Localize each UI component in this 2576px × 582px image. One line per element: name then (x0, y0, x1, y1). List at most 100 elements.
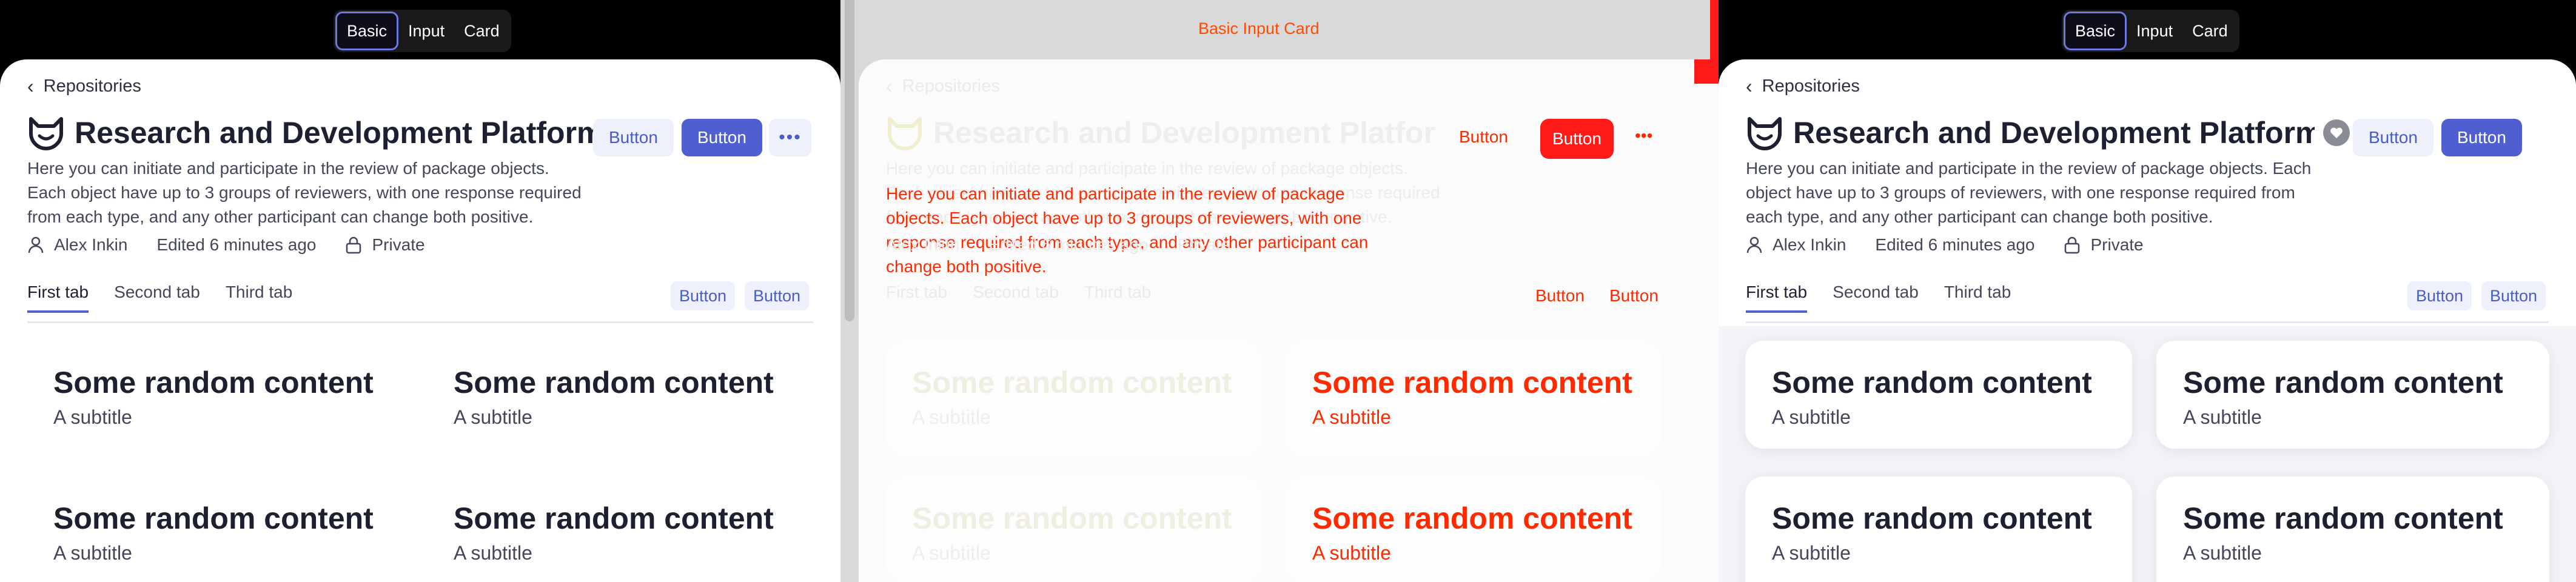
diff-button-primary[interactable]: Button (1540, 119, 1614, 159)
visibility-label: Private (1177, 235, 1230, 254)
segment-input[interactable]: Input (2127, 12, 2182, 50)
segment-card[interactable]: Card (454, 12, 509, 50)
card[interactable]: Some random content A subtitle (2156, 477, 2549, 582)
chevron-left-icon: ‹ (27, 75, 34, 97)
card-subtitle: A subtitle (1312, 542, 1391, 564)
tab-divider (1746, 321, 2549, 323)
breadcrumb[interactable]: ‹ Repositories (886, 75, 1000, 98)
chevron-left-icon: ‹ (1746, 75, 1753, 97)
card-title: Some random content (454, 501, 774, 535)
segmented-control-diff[interactable]: Basic Input Card (1198, 19, 1320, 38)
card-subtitle: A subtitle (912, 406, 991, 428)
breadcrumb-label: Repositories (43, 76, 141, 96)
author-name[interactable]: Alex Inkin (54, 235, 127, 255)
segment-basic[interactable]: Basic (2064, 12, 2127, 50)
card-subtitle: A subtitle (1312, 406, 1391, 428)
card-subtitle: A subtitle (1772, 542, 1851, 564)
tab-second[interactable]: Second tab (114, 283, 200, 313)
meta-row: Alex Inkin Edited 6 minutes ago Private (886, 235, 1230, 255)
more-icon[interactable]: ••• (1635, 126, 1652, 146)
tab-bar: First tab Second tab Third tab (886, 283, 1151, 310)
card[interactable]: Some random content A subtitle (427, 341, 803, 456)
card-title: Some random content (2183, 366, 2503, 400)
header-button-primary[interactable]: Button (2441, 119, 2522, 156)
card[interactable]: Some random content A subtitle (27, 477, 403, 582)
tab-action-button-1[interactable]: Button (671, 281, 736, 310)
diff-tab-action-2[interactable]: Button (1609, 286, 1659, 306)
more-icon[interactable]: ••• (769, 119, 811, 156)
pane-separator[interactable] (840, 0, 859, 582)
card-subtitle: A subtitle (454, 542, 532, 564)
breadcrumb[interactable]: ‹ Repositories (27, 75, 141, 98)
segment-input[interactable]: Input (398, 12, 454, 50)
card-title: Some random content (1772, 501, 2092, 535)
title-row: Research and Development Platform (1746, 115, 2350, 150)
segmented-control[interactable]: Basic Input Card (2062, 10, 2239, 52)
tab-third[interactable]: Third tab (1944, 283, 2011, 313)
card-subtitle: A subtitle (454, 406, 532, 428)
header-button-light[interactable]: Button (593, 119, 674, 156)
author-name[interactable]: Alex Inkin (886, 235, 959, 255)
card-subtitle: A subtitle (912, 542, 991, 564)
lock-icon (346, 236, 361, 254)
card[interactable]: Some random content A subtitle (427, 477, 803, 582)
tab-third[interactable]: Third tab (1084, 283, 1152, 310)
tab-bar: First tab Second tab Third tab (1746, 283, 2011, 313)
user-icon (1746, 236, 1762, 253)
visibility-label: Private (372, 235, 425, 254)
visibility-label: Private (2090, 235, 2144, 254)
description: Here you can initiate and participate in… (1746, 159, 2312, 226)
edited-time: Edited 6 minutes ago (988, 235, 1149, 254)
tab-third[interactable]: Third tab (226, 283, 293, 313)
logo-icon (888, 117, 922, 150)
logo-icon (29, 117, 63, 150)
tab-action-button-2[interactable]: Button (2481, 281, 2546, 310)
pane-right: Basic Input Card ‹ Repositories Research… (1719, 0, 2576, 582)
tab-action-button-2[interactable]: Button (745, 281, 810, 310)
card-subtitle: A subtitle (53, 406, 132, 428)
segmented-control[interactable]: Basic Input Card (334, 10, 511, 52)
segment-basic[interactable]: Basic (335, 12, 399, 50)
card-subtitle: A subtitle (2183, 542, 2262, 564)
card-title: Some random content (912, 366, 1232, 400)
description: Here you can initiate and participate in… (27, 159, 582, 226)
diff-tab-action-1[interactable]: Button (1535, 286, 1585, 306)
tab-first[interactable]: First tab (1746, 283, 1808, 313)
pane-diff: Basic Input Card ‹ Repositories Research… (859, 0, 1719, 582)
tab-first[interactable]: First tab (886, 283, 947, 310)
chevron-left-icon: ‹ (886, 75, 893, 97)
edited-time: Edited 6 minutes ago (1875, 235, 2035, 254)
diff-button-text[interactable]: Button (1459, 127, 1508, 147)
segment-card[interactable]: Card (2182, 12, 2238, 50)
breadcrumb[interactable]: ‹ Repositories (1746, 75, 1860, 98)
card-title: Some random content (912, 501, 1232, 535)
card-diff[interactable]: Some random content A subtitle (1286, 341, 1662, 456)
tab-divider (27, 321, 813, 323)
meta-row: Alex Inkin Edited 6 minutes ago Private (1746, 235, 2144, 255)
tab-first[interactable]: First tab (27, 283, 89, 313)
page-title: Research and Development Platform (1793, 116, 2315, 150)
tab-action-button-1[interactable]: Button (2407, 281, 2472, 310)
card[interactable]: Some random content A subtitle (2156, 341, 2549, 449)
title-row: Research and Development Platform (886, 115, 1437, 150)
diff-marker (1710, 0, 1719, 59)
edited-time: Edited 6 minutes ago (156, 235, 317, 254)
card-title: Some random content (454, 366, 774, 400)
tab-second[interactable]: Second tab (1833, 283, 1919, 313)
card[interactable]: Some random content A subtitle (885, 477, 1261, 582)
tab-second[interactable]: Second tab (973, 283, 1059, 310)
lock-icon (2065, 236, 2080, 254)
header-button-light[interactable]: Button (2353, 119, 2433, 156)
heart-badge-icon (2323, 119, 2350, 146)
card[interactable]: Some random content A subtitle (1745, 477, 2132, 582)
card[interactable]: Some random content A subtitle (885, 341, 1261, 456)
card-title: Some random content (1312, 501, 1632, 535)
breadcrumb-label: Repositories (902, 76, 1000, 96)
header-button-primary[interactable]: Button (682, 119, 762, 156)
separator-handle[interactable] (845, 0, 854, 321)
page-title: Research and Development Platform (933, 116, 1437, 150)
author-name[interactable]: Alex Inkin (1773, 235, 1846, 255)
card[interactable]: Some random content A subtitle (27, 341, 403, 456)
card[interactable]: Some random content A subtitle (1745, 341, 2132, 449)
card-diff[interactable]: Some random content A subtitle (1286, 477, 1662, 582)
